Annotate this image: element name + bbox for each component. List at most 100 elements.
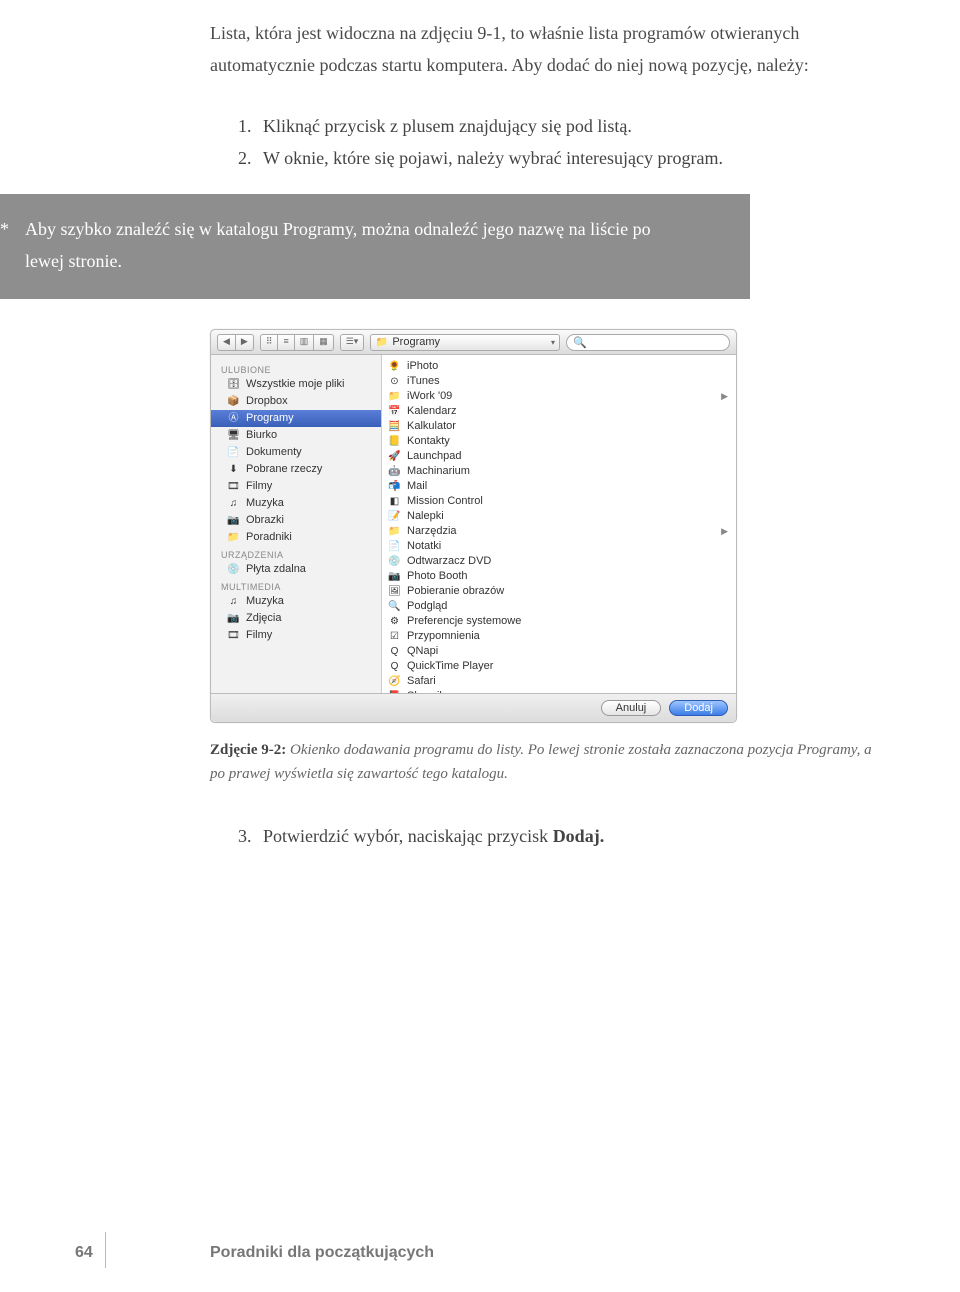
- file-item-icon: 📁: [388, 525, 401, 538]
- sidebar-item[interactable]: 🖥Biurko: [211, 427, 381, 444]
- forward-button[interactable]: ▶: [235, 334, 254, 351]
- sidebar-item[interactable]: 🎞Filmy: [211, 478, 381, 495]
- view-icon-grid[interactable]: ⠿: [260, 334, 278, 351]
- file-item[interactable]: ⚙ Preferencje systemowe: [382, 614, 736, 629]
- file-item-label: Notatki: [407, 539, 441, 554]
- file-item-label: Kalkulator: [407, 419, 456, 434]
- sidebar-item-icon: 🖥: [227, 429, 240, 442]
- file-item[interactable]: 🧭Safari: [382, 674, 736, 689]
- file-item-label: iPhoto: [407, 359, 438, 374]
- tip-callout: *Aby szybko znaleźć się w katalogu Progr…: [0, 194, 750, 299]
- sidebar-item-icon: 📷: [227, 514, 240, 527]
- tip-asterisk-icon: *: [0, 214, 25, 246]
- file-item-icon: Q: [388, 645, 401, 658]
- file-item-label: Słownik: [407, 689, 445, 693]
- sidebar-item[interactable]: 🎞Filmy: [211, 627, 381, 644]
- sidebar-item[interactable]: ♫Muzyka: [211, 593, 381, 610]
- file-item[interactable]: QQNapi: [382, 644, 736, 659]
- sidebar-item[interactable]: 💿Płyta zdalna: [211, 561, 381, 578]
- file-item-label: Preferencje systemowe: [407, 614, 521, 629]
- arrange-group[interactable]: ☰▾: [340, 334, 365, 351]
- file-item-icon: 💿: [388, 555, 401, 568]
- file-item[interactable]: 🌻iPhoto: [382, 359, 736, 374]
- file-item-label: Mission Control: [407, 494, 483, 509]
- file-item[interactable]: 💿 Odtwarzacz DVD: [382, 554, 736, 569]
- toolbar: ◀ ▶ ⠿ ≡ ▥ ▦ ☰▾ 📁 Programy ▾: [211, 330, 736, 355]
- file-item-icon: 📅: [388, 405, 401, 418]
- sidebar-item[interactable]: 📁Poradniki: [211, 529, 381, 546]
- file-item-icon: 📬: [388, 480, 401, 493]
- nav-back-forward[interactable]: ◀ ▶: [217, 334, 254, 351]
- file-item-label: Kontakty: [407, 434, 450, 449]
- file-item[interactable]: ☑Przypomnienia: [382, 629, 736, 644]
- file-list: 🌻iPhoto⊙iTunes📁iWork '09▶📅 Kalendarz 🧮 Kalk…: [382, 355, 736, 693]
- cancel-button[interactable]: Anuluj: [601, 700, 662, 716]
- view-columns-icon[interactable]: ▥: [294, 334, 314, 351]
- step-text: W oknie, które się pojawi, należy wybrać…: [263, 148, 723, 168]
- file-item[interactable]: 🖼Pobieranie obrazów: [382, 584, 736, 599]
- sidebar-item-label: Obrazki: [246, 513, 284, 528]
- file-item[interactable]: 📝Nalepki: [382, 509, 736, 524]
- chevron-right-icon: ▶: [721, 389, 728, 404]
- file-item[interactable]: 📁iWork '09▶: [382, 389, 736, 404]
- sidebar-item-label: Poradniki: [246, 530, 292, 545]
- file-item-icon: 📁: [388, 390, 401, 403]
- file-item[interactable]: 🤖Machinarium: [382, 464, 736, 479]
- file-item-icon: 📄: [388, 540, 401, 553]
- sidebar-item[interactable]: ⒶProgramy: [211, 410, 381, 427]
- file-item-icon: ◧: [388, 495, 401, 508]
- sidebar-item-icon: 🗄: [227, 378, 240, 391]
- dialog-footer: Anuluj Dodaj: [211, 693, 736, 722]
- file-item[interactable]: 🔍Podgląd: [382, 599, 736, 614]
- step-number: 3.: [238, 821, 263, 853]
- file-item[interactable]: 🚀Launchpad: [382, 449, 736, 464]
- page-number: 64: [75, 1244, 93, 1262]
- file-item[interactable]: ⊙iTunes: [382, 374, 736, 389]
- file-item[interactable]: 📒Kontakty: [382, 434, 736, 449]
- file-item[interactable]: ◧ Mission Control: [382, 494, 736, 509]
- file-item-icon: ☑: [388, 630, 401, 643]
- file-item[interactable]: 📁 Narzędzia ▶: [382, 524, 736, 539]
- file-item-label: Nalepki: [407, 509, 444, 524]
- step-number: 1.: [238, 111, 263, 143]
- search-icon: 🔍: [573, 336, 587, 349]
- folder-icon: 📁: [375, 336, 388, 349]
- file-item[interactable]: 📬Mail: [382, 479, 736, 494]
- add-button[interactable]: Dodaj: [669, 700, 728, 716]
- file-item-label: Odtwarzacz DVD: [407, 554, 491, 569]
- sidebar-item-label: Pobrane rzeczy: [246, 462, 322, 477]
- view-list-icon[interactable]: ≡: [277, 334, 293, 351]
- file-item[interactable]: QQuickTime Player: [382, 659, 736, 674]
- caption-label: Zdjęcie 9-2:: [210, 742, 286, 758]
- file-item-label: Narzędzia: [407, 524, 457, 539]
- sidebar-item-label: Dokumenty: [246, 445, 302, 460]
- file-item-label: QuickTime Player: [407, 659, 493, 674]
- path-dropdown[interactable]: 📁 Programy ▾: [370, 334, 560, 351]
- chevron-right-icon: ▶: [721, 524, 728, 539]
- file-item-icon: ⚙: [388, 615, 401, 628]
- file-item[interactable]: 📄 Notatki: [382, 539, 736, 554]
- sidebar-item-label: Muzyka: [246, 496, 284, 511]
- book-title: Poradniki dla początkujących: [210, 1244, 434, 1262]
- arrange-button[interactable]: ☰▾: [340, 334, 365, 351]
- file-item-label: Kalendarz: [407, 404, 457, 419]
- sidebar-item[interactable]: 📦Dropbox: [211, 393, 381, 410]
- view-coverflow-icon[interactable]: ▦: [313, 334, 334, 351]
- sidebar-item[interactable]: ⬇Pobrane rzeczy: [211, 461, 381, 478]
- sidebar-item[interactable]: 📄Dokumenty: [211, 444, 381, 461]
- sidebar-item[interactable]: 📷Zdjęcia: [211, 610, 381, 627]
- sidebar-item[interactable]: 📷 Obrazki: [211, 512, 381, 529]
- file-item-icon: 🧮: [388, 420, 401, 433]
- file-item[interactable]: 🧮 Kalkulator: [382, 419, 736, 434]
- view-mode-group[interactable]: ⠿ ≡ ▥ ▦: [260, 334, 334, 351]
- search-input[interactable]: 🔍: [566, 334, 730, 351]
- sidebar-item-icon: 📦: [227, 395, 240, 408]
- file-item[interactable]: 📷Photo Booth: [382, 569, 736, 584]
- sidebar-item[interactable]: 🗄Wszystkie moje pliki: [211, 376, 381, 393]
- sidebar-item[interactable]: ♫Muzyka: [211, 495, 381, 512]
- intro-paragraph: Lista, która jest widoczna na zdjęciu 9-…: [210, 18, 880, 81]
- file-item-icon: 📕: [388, 690, 401, 693]
- file-item[interactable]: 📕 Słownik: [382, 689, 736, 693]
- file-item[interactable]: 📅 Kalendarz: [382, 404, 736, 419]
- back-button[interactable]: ◀: [217, 334, 235, 351]
